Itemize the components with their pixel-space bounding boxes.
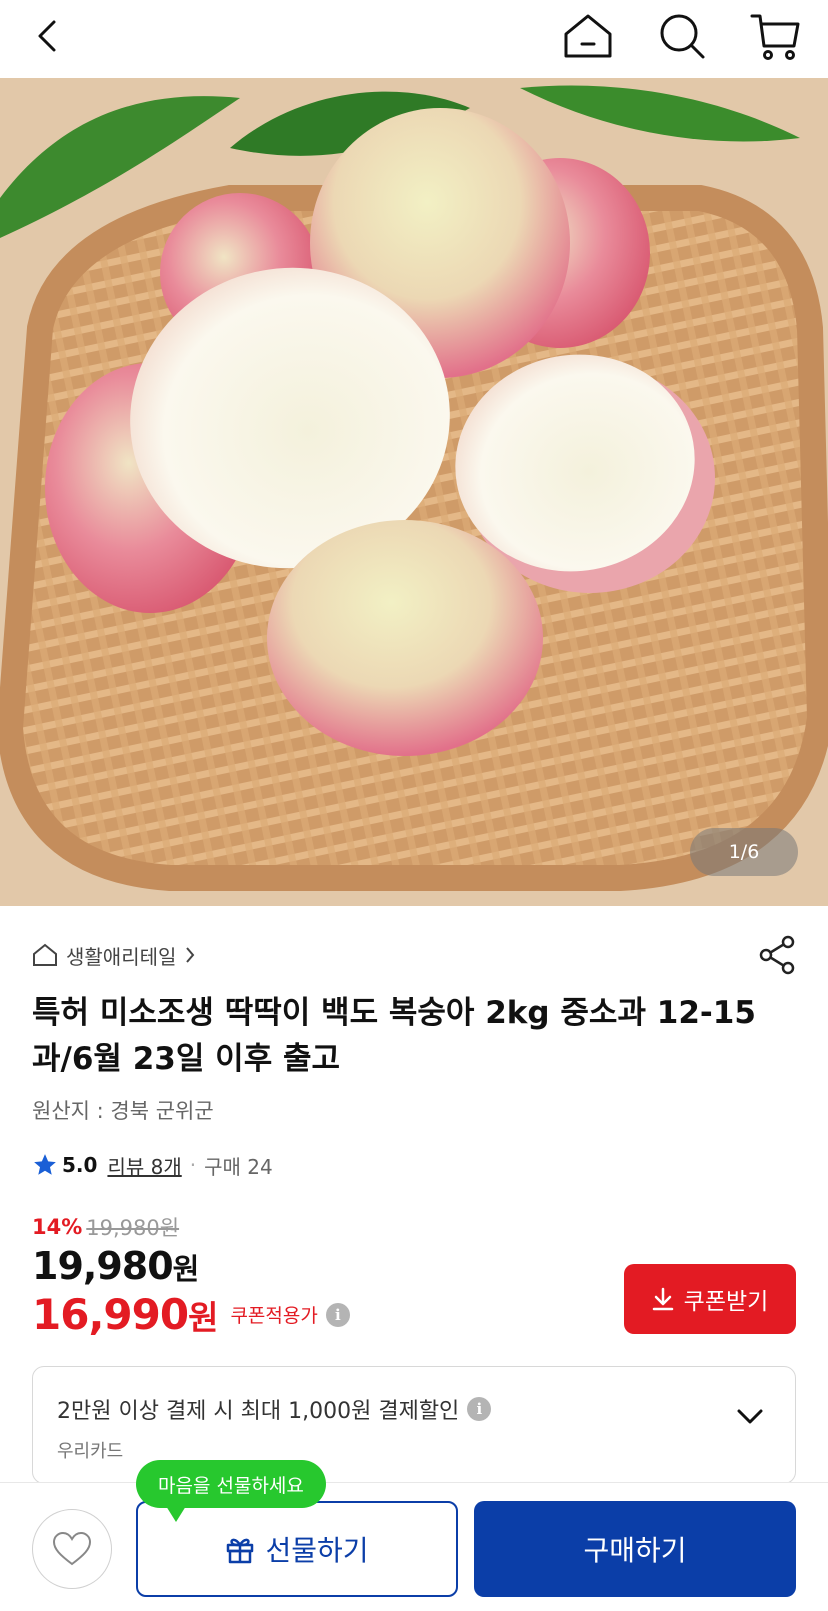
original-price: 19,980원 bbox=[86, 1216, 180, 1240]
discount-line: 14% 19,980원 bbox=[32, 1212, 179, 1242]
coupon-price-value: 16,990 bbox=[32, 1290, 189, 1339]
discount-percent: 14% bbox=[32, 1215, 83, 1239]
buy-button[interactable]: 구매하기 bbox=[474, 1501, 796, 1597]
buy-label: 구매하기 bbox=[583, 1535, 687, 1566]
heart-icon bbox=[52, 1531, 92, 1566]
share-icon[interactable] bbox=[756, 934, 798, 976]
search-icon[interactable] bbox=[652, 6, 712, 66]
product-title: 특허 미소조생 딱딱이 백도 복숭아 2kg 중소과 12-15과/6월 23일… bbox=[32, 995, 756, 1077]
product-image[interactable]: 1/6 bbox=[0, 78, 828, 906]
download-icon bbox=[652, 1287, 673, 1311]
bottom-action-bar: 선물하기 구매하기 bbox=[0, 1482, 828, 1611]
sale-price: 19,980원 bbox=[32, 1244, 200, 1288]
rating-score: 5.0 bbox=[62, 1153, 98, 1177]
chevron-down-icon[interactable] bbox=[735, 1407, 765, 1431]
coupon-price-label: 쿠폰적용가 bbox=[230, 1305, 318, 1327]
star-icon bbox=[34, 1154, 56, 1175]
get-coupon-button[interactable]: 쿠폰받기 bbox=[624, 1264, 796, 1334]
gift-tooltip: 마음을 선물하세요 bbox=[136, 1460, 326, 1522]
home-icon[interactable] bbox=[558, 6, 618, 66]
info-icon[interactable]: i bbox=[467, 1397, 492, 1421]
rating-summary: 5.0 리뷰 8개 · 구매 24 bbox=[32, 1150, 273, 1180]
chevron-right-icon bbox=[186, 947, 195, 963]
origin-label: 원산지 : 경북 군위군 bbox=[32, 1099, 214, 1123]
card-discount-text: 2만원 이상 결제 시 최대 1,000원 결제할인 bbox=[57, 1399, 460, 1424]
store-home-icon bbox=[33, 943, 57, 966]
reviews-link[interactable]: 리뷰 8개 bbox=[107, 1151, 181, 1180]
card-name: 우리카드 bbox=[57, 1441, 124, 1462]
peach-basket-illustration bbox=[0, 78, 828, 906]
back-icon[interactable] bbox=[18, 6, 78, 66]
breadcrumb[interactable]: 생활애리테일 bbox=[32, 940, 196, 970]
sale-price-unit: 원 bbox=[172, 1252, 200, 1286]
cart-icon[interactable] bbox=[746, 6, 806, 66]
image-counter: 1/6 bbox=[690, 828, 798, 876]
gift-icon bbox=[227, 1538, 254, 1564]
coupon-price: 16,990 원 쿠폰적용가 i bbox=[32, 1290, 350, 1339]
coupon-price-unit: 원 bbox=[188, 1297, 219, 1337]
gift-label: 선물하기 bbox=[265, 1535, 369, 1566]
info-icon[interactable]: i bbox=[325, 1302, 350, 1327]
separator-dot: · bbox=[189, 1153, 197, 1177]
top-navigation-bar bbox=[0, 0, 828, 78]
category-label: 생활애리테일 bbox=[66, 944, 177, 969]
purchase-count: 구매 24 bbox=[204, 1154, 273, 1179]
sale-price-value: 19,980 bbox=[32, 1244, 174, 1288]
wishlist-button[interactable] bbox=[32, 1509, 112, 1589]
get-coupon-label: 쿠폰받기 bbox=[683, 1288, 769, 1314]
